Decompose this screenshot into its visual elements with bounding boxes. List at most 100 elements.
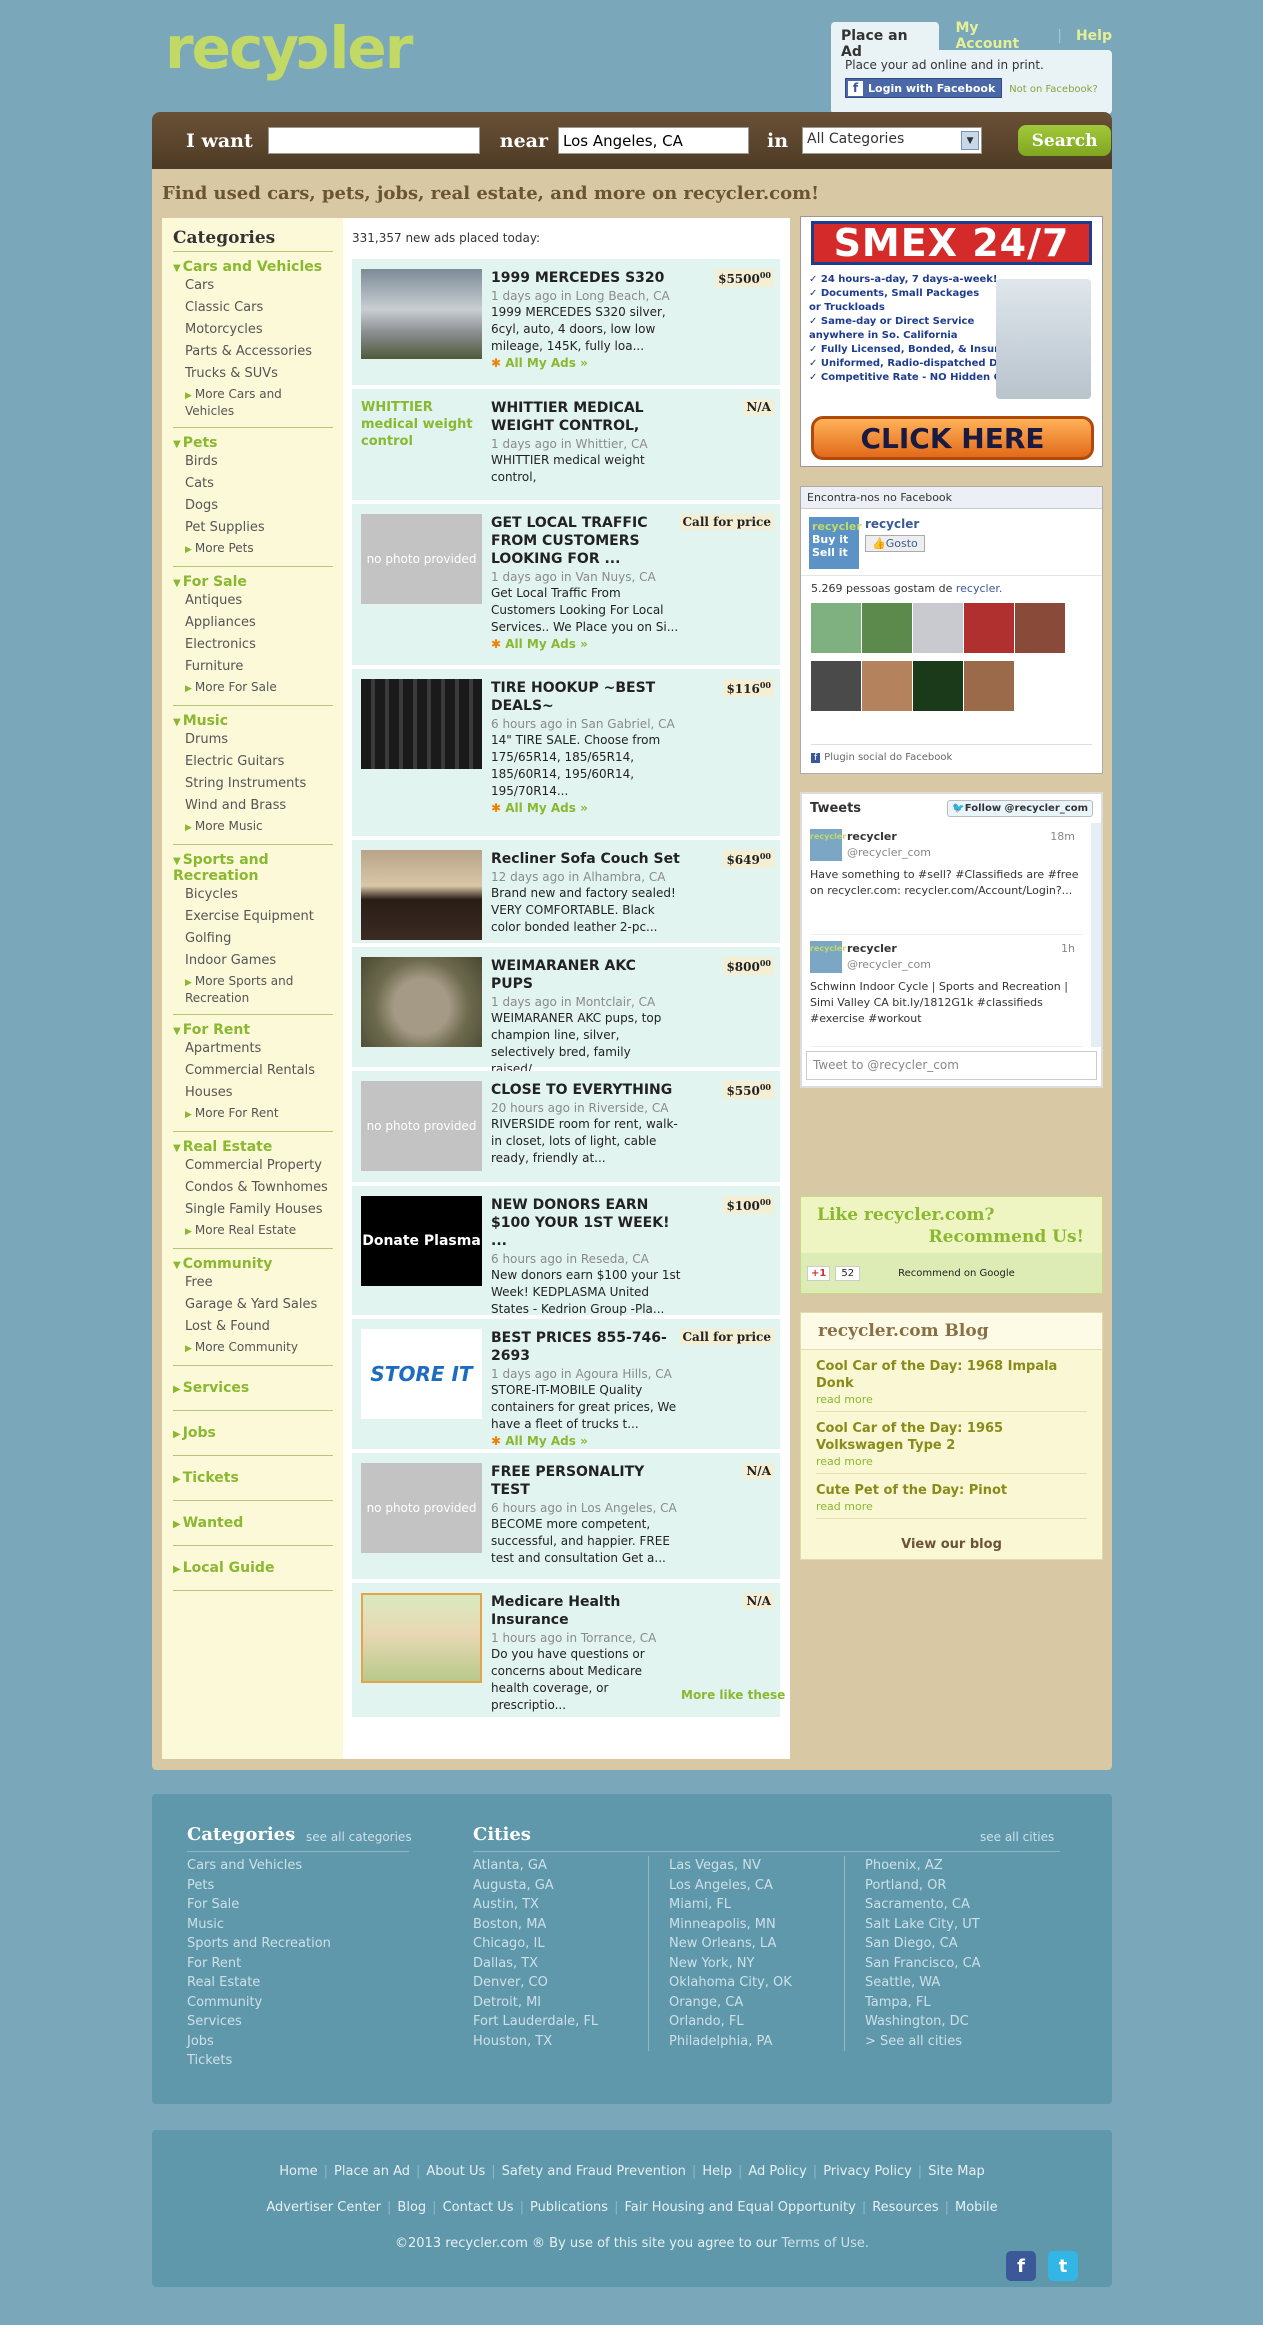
ad-photo[interactable] (361, 850, 482, 940)
category-heading[interactable]: ▼ For Sale (173, 574, 333, 590)
category-link[interactable]: Golfing (173, 928, 333, 950)
footer-link[interactable]: Detroit, MI (473, 1993, 598, 2013)
tweet-input[interactable]: Tweet to @recycler_com (806, 1051, 1097, 1080)
footer-nav-link[interactable]: Contact Us (443, 2200, 514, 2215)
footer-nav-link[interactable]: Site Map (928, 2164, 985, 2179)
ad-title[interactable]: NEW DONORS EARN $100 YOUR 1ST WEEK! ... (491, 1196, 681, 1250)
category-link[interactable]: Garage & Yard Sales (173, 1294, 333, 1316)
my-account-link[interactable]: My Account (955, 20, 1043, 52)
see-all-cities-link[interactable]: see all cities (980, 1830, 1054, 1844)
see-all-categories-link[interactable]: see all categories (306, 1830, 412, 1844)
footer-nav-link[interactable]: Privacy Policy (823, 2164, 912, 2179)
footer-link[interactable]: Atlanta, GA (473, 1856, 598, 1876)
footer-link[interactable]: Los Angeles, CA (669, 1876, 792, 1896)
category-link[interactable]: Pet Supplies (173, 517, 333, 539)
footer-nav-link[interactable]: Safety and Fraud Prevention (502, 2164, 686, 2179)
footer-link[interactable]: > See all cities (865, 2032, 981, 2052)
category-link[interactable]: Commercial Rentals (173, 1060, 333, 1082)
footer-link[interactable]: Tickets (187, 2051, 331, 2071)
recycler-page-avatar[interactable]: recycler Buy it Sell it (809, 517, 862, 569)
category-link[interactable]: Antiques (173, 590, 333, 612)
footer-nav-link[interactable]: Fair Housing and Equal Opportunity (624, 2200, 855, 2215)
no-photo-placeholder[interactable]: no photo provided (361, 514, 482, 604)
ad-title[interactable]: BEST PRICES 855-746-2693 (491, 1329, 681, 1365)
category-link[interactable]: Apartments (173, 1038, 333, 1060)
more-category-link[interactable]: ▶ More Music (173, 819, 333, 836)
category-link[interactable]: Condos & Townhomes (173, 1177, 333, 1199)
ad-photo[interactable]: Donate Plasma (361, 1196, 482, 1286)
category-link[interactable]: Wind and Brass (173, 795, 333, 817)
ad-listing[interactable]: WHITTIER medical weight control WHITTIER … (352, 389, 780, 500)
search-button[interactable]: Search (1018, 125, 1112, 156)
ad-listing[interactable]: Recliner Sofa Couch Set 12 days ago in Al… (352, 840, 780, 943)
ad-listing[interactable]: WEIMARANER AKC PUPS 1 days ago in Montcla… (352, 947, 780, 1093)
ad-title[interactable]: CLOSE TO EVERYTHING (491, 1081, 681, 1099)
footer-link[interactable]: Las Vegas, NV (669, 1856, 792, 1876)
footer-link[interactable]: Pets (187, 1876, 331, 1896)
footer-nav-link[interactable]: Help (702, 2164, 732, 2179)
footer-link[interactable]: New Orleans, LA (669, 1934, 792, 1954)
footer-link[interactable]: Sacramento, CA (865, 1895, 981, 1915)
tweet-author[interactable]: recycler (810, 829, 1083, 845)
read-more-link[interactable]: read more (816, 1454, 1087, 1469)
footer-link[interactable]: Minneapolis, MN (669, 1915, 792, 1935)
fan-avatar[interactable] (862, 603, 912, 653)
fan-avatar[interactable] (964, 661, 1014, 711)
footer-link[interactable]: Miami, FL (669, 1895, 792, 1915)
more-category-link[interactable]: ▶ More Sports and Recreation (173, 974, 333, 1006)
blog-post-title[interactable]: Cool Car of the Day: 1968 Impala Donk (816, 1358, 1087, 1392)
category-link[interactable]: Classic Cars (173, 297, 333, 319)
footer-nav-link[interactable]: Publications (530, 2200, 608, 2215)
category-link[interactable]: Cats (173, 473, 333, 495)
smex-click-here-button[interactable]: CLICK HERE (811, 416, 1094, 460)
footer-link[interactable]: Real Estate (187, 1973, 331, 1993)
footer-link[interactable]: Philadelphia, PA (669, 2032, 792, 2052)
ad-title[interactable]: Medicare Health Insurance (491, 1593, 681, 1629)
facebook-like-button[interactable]: 👍Gosto (865, 535, 925, 552)
category-link[interactable]: String Instruments (173, 773, 333, 795)
footer-link[interactable]: Seattle, WA (865, 1973, 981, 1993)
footer-nav-link[interactable]: Blog (397, 2200, 426, 2215)
site-logo[interactable]: recycler (165, 14, 413, 82)
read-more-link[interactable]: read more (816, 1499, 1087, 1514)
category-link[interactable]: Birds (173, 451, 333, 473)
category-link[interactable]: Dogs (173, 495, 333, 517)
footer-link[interactable]: For Rent (187, 1954, 331, 1974)
footer-nav-link[interactable]: Place an Ad (334, 2164, 410, 2179)
location-input[interactable] (558, 127, 749, 154)
category-heading[interactable]: ▶ Services (173, 1380, 333, 1396)
more-category-link[interactable]: ▶ More Pets (173, 541, 333, 558)
ad-photo[interactable] (361, 679, 482, 769)
footer-link[interactable]: Washington, DC (865, 2012, 981, 2032)
footer-link[interactable]: Sports and Recreation (187, 1934, 331, 1954)
footer-link[interactable]: Orlando, FL (669, 2012, 792, 2032)
category-heading[interactable]: ▶ Local Guide (173, 1560, 333, 1576)
footer-link[interactable]: For Sale (187, 1895, 331, 1915)
category-heading[interactable]: ▶ Jobs (173, 1425, 333, 1441)
category-select[interactable]: All Categories ▼ (802, 127, 983, 154)
ad-listing[interactable]: no photo provided CLOSE TO EVERYTHING 20 h… (352, 1071, 780, 1182)
fan-avatar[interactable] (913, 661, 963, 711)
smex-banner-ad[interactable]: SMEX 24/7 ✓ 24 hours-a-day, 7 days-a-wee… (800, 216, 1103, 467)
facebook-page-name[interactable]: recycler (865, 517, 925, 531)
category-heading[interactable]: ▼ Community (173, 1256, 333, 1272)
ad-listing[interactable]: no photo provided FREE PERSONALITY TEST 6 … (352, 1453, 780, 1579)
help-link[interactable]: Help (1076, 28, 1112, 44)
category-link[interactable]: Exercise Equipment (173, 906, 333, 928)
ad-photo[interactable] (361, 1593, 482, 1683)
footer-link[interactable]: Jobs (187, 2032, 331, 2052)
footer-nav-link[interactable]: Resources (872, 2200, 938, 2215)
more-category-link[interactable]: ▶ More Real Estate (173, 1223, 333, 1240)
category-heading[interactable]: ▼ Music (173, 713, 333, 729)
ad-photo[interactable]: STORE IT (361, 1329, 482, 1419)
footer-link[interactable]: Boston, MA (473, 1915, 598, 1935)
recycler-avatar[interactable]: recycler (810, 829, 846, 861)
footer-link[interactable]: Oklahoma City, OK (669, 1973, 792, 1993)
ad-title[interactable]: GET LOCAL TRAFFIC FROM CUSTOMERS LOOKING… (491, 514, 681, 568)
category-link[interactable]: Parts & Accessories (173, 341, 333, 363)
blog-post-title[interactable]: Cool Car of the Day: 1965 Volkswagen Typ… (816, 1420, 1087, 1454)
footer-nav-link[interactable]: About Us (426, 2164, 485, 2179)
category-link[interactable]: Commercial Property (173, 1155, 333, 1177)
terms-of-use-link[interactable]: Terms of Use. (782, 2236, 870, 2251)
not-on-facebook-link[interactable]: Not on Facebook? (1009, 84, 1098, 95)
